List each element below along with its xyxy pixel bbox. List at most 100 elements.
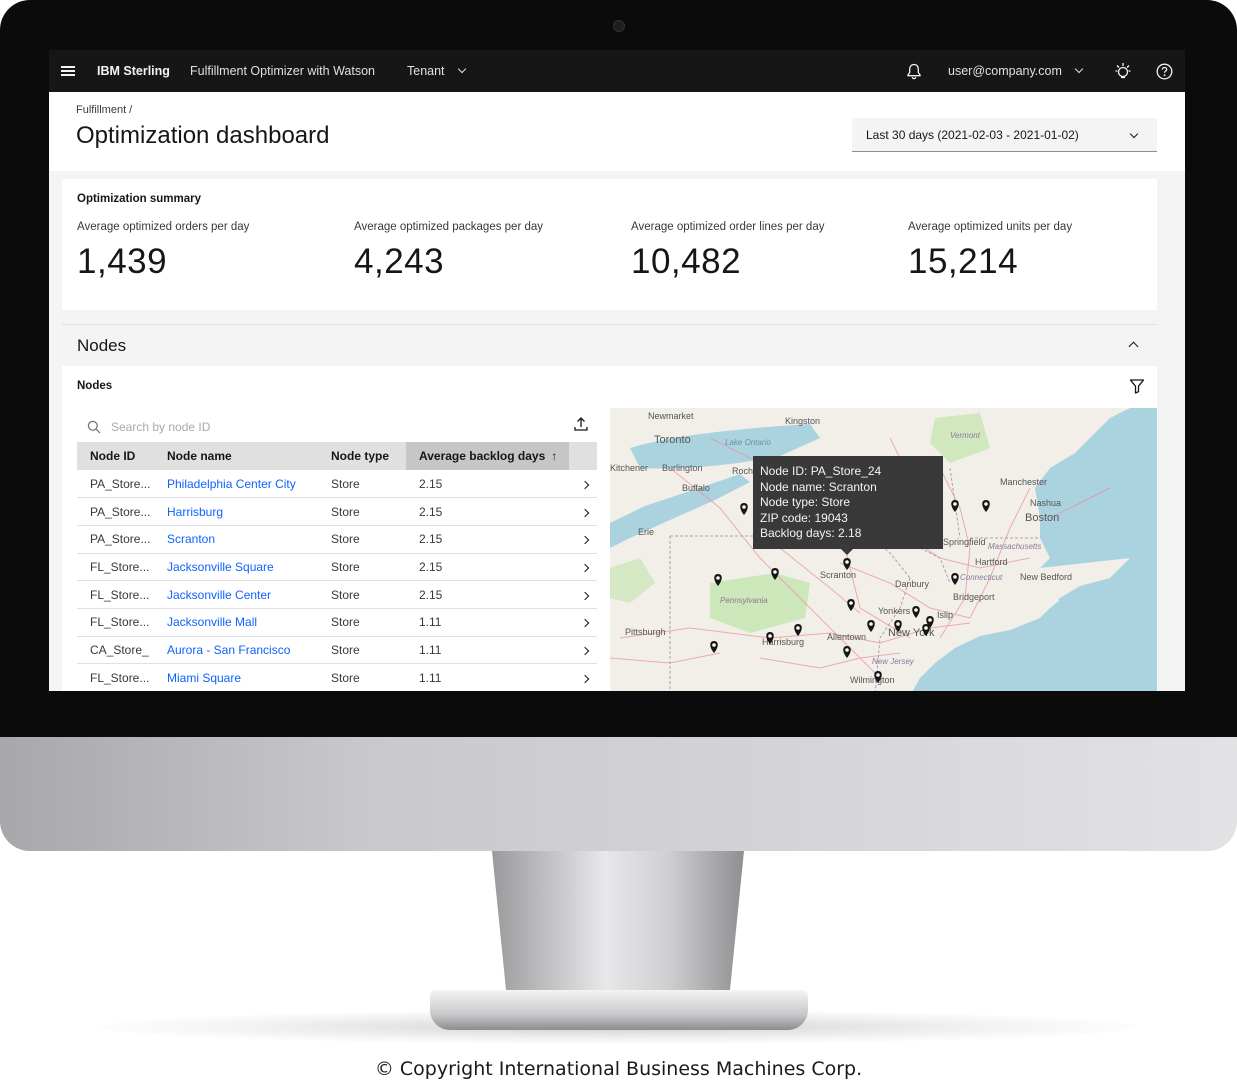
chevron-right-icon [580, 480, 590, 489]
map-label: Manchester [1000, 477, 1047, 487]
brand-name[interactable]: IBM Sterling [97, 50, 170, 92]
nodes-map[interactable]: Newmarket Kingston Toronto Lake Ontario … [610, 408, 1157, 691]
table-row[interactable]: FL_Store... Miami Square Store 1.11 [77, 663, 597, 691]
map-label: New Jersey [872, 657, 915, 666]
monitor-stand-neck [492, 851, 744, 1001]
nodes-accordion-title: Nodes [77, 336, 127, 355]
table-row[interactable]: FL_Store... Jacksonville Square Store 2.15 [77, 553, 597, 582]
row-expand-button[interactable] [569, 497, 597, 526]
summary-title: Optimization summary [77, 193, 201, 205]
map-pin-dot [924, 626, 928, 630]
cell-backlog-days: 2.15 [406, 553, 569, 582]
table-row[interactable]: CA_Store_ Aurora - San Francisco Store 1.11 [77, 636, 597, 665]
map-tooltip: Node ID: PA_Store_24 Node name: Scranton… [753, 456, 943, 555]
map-label: Wilmington [850, 675, 895, 685]
chevron-right-icon [580, 674, 590, 683]
table-header-row: Node ID Node name Node type Average back… [77, 442, 597, 470]
column-header-node-id[interactable]: Node ID [77, 442, 154, 470]
map-pin-dot [914, 608, 918, 612]
row-expand-button[interactable] [569, 663, 597, 691]
tooltip-zip-code: ZIP code: 19043 [760, 510, 848, 525]
node-name-link[interactable]: Harrisburg [154, 497, 318, 526]
node-name-link[interactable]: Philadelphia Center City [154, 470, 318, 499]
map-label: Scranton [820, 570, 856, 580]
cell-node-id: PA_Store... [77, 470, 154, 499]
cell-node-type: Store [318, 608, 406, 637]
help-icon[interactable] [1154, 50, 1174, 92]
row-expand-button[interactable] [569, 553, 597, 582]
cell-node-id: FL_Store... [77, 608, 154, 637]
page-header: Fulfillment / Optimization dashboard Las… [49, 92, 1185, 171]
row-expand-button[interactable] [569, 470, 597, 499]
metric-label: Average optimized order lines per day [631, 221, 825, 233]
node-name-link[interactable]: Miami Square [154, 663, 318, 691]
search-bar[interactable]: Search by node ID [77, 412, 597, 442]
camera-icon [613, 20, 625, 32]
tenant-dropdown[interactable]: Tenant [407, 50, 466, 92]
nodes-accordion-header[interactable]: Nodes [62, 324, 1157, 366]
node-name-link[interactable]: Scranton [154, 525, 318, 554]
tooltip-backlog-days: Backlog days: 2.18 [760, 526, 862, 540]
copyright-text: © Copyright International Business Machi… [374, 1058, 863, 1080]
metric-packages: Average optimized packages per day 4,243 [354, 221, 614, 282]
cell-backlog-days: 1.11 [406, 636, 569, 665]
cell-backlog-days: 1.11 [406, 608, 569, 637]
cell-node-type: Store [318, 636, 406, 665]
map-pin-dot [712, 643, 716, 647]
row-expand-button[interactable] [569, 525, 597, 554]
metric-label: Average optimized packages per day [354, 221, 544, 233]
export-icon[interactable] [573, 416, 589, 432]
map-pin-dot [849, 601, 853, 605]
table-row[interactable]: FL_Store... Jacksonville Mall Store 1.11 [77, 608, 597, 637]
metric-order-lines: Average optimized order lines per day 10… [631, 221, 891, 282]
tooltip-node-id: Node ID: PA_Store_24 [760, 464, 882, 478]
chevron-up-icon[interactable] [1128, 341, 1139, 352]
cell-backlog-days: 1.11 [406, 663, 569, 691]
menu-icon[interactable] [61, 50, 77, 92]
row-expand-button[interactable] [569, 580, 597, 609]
date-range-dropdown[interactable]: Last 30 days (2021-02-03 - 2021-01-02) [852, 118, 1157, 152]
filter-icon[interactable] [1129, 378, 1145, 394]
map-label: Bridgeport [953, 592, 995, 602]
column-header-node-type[interactable]: Node type [318, 442, 406, 470]
cell-node-id: FL_Store... [77, 580, 154, 609]
column-header-backlog-days[interactable]: Average backlog days ↑ [406, 442, 569, 470]
map-label: Yonkers [878, 606, 911, 616]
page-title: Optimization dashboard [76, 122, 330, 149]
node-name-link[interactable]: Jacksonville Mall [154, 608, 318, 637]
monitor-stand-foot [430, 990, 808, 1030]
column-header-node-name[interactable]: Node name [154, 442, 318, 470]
chevron-right-icon [580, 563, 590, 573]
table-row[interactable]: PA_Store... Scranton Store 2.15 [77, 525, 597, 554]
map-pin-dot [768, 634, 772, 638]
map-label: Toronto [654, 434, 691, 446]
sort-ascending-icon: ↑ [551, 449, 558, 463]
map-label: Kingston [785, 416, 820, 426]
table-row[interactable]: PA_Store... Philadelphia Center City Store… [77, 470, 597, 499]
row-expand-button[interactable] [569, 608, 597, 637]
breadcrumb[interactable]: Fulfillment / [76, 104, 132, 116]
metric-value: 10,482 [631, 242, 742, 281]
date-range-value: Last 30 days (2021-02-03 - 2021-01-02) [866, 127, 1079, 142]
watson-assistant-icon[interactable] [1113, 50, 1133, 92]
row-expand-button[interactable] [569, 636, 597, 665]
node-name-link[interactable]: Aurora - San Francisco [154, 636, 318, 665]
map-pin-dot [716, 576, 720, 580]
search-input[interactable]: Search by node ID [111, 420, 210, 434]
metric-units: Average optimized units per day 15,214 [908, 221, 1168, 282]
map-label: Newmarket [648, 411, 694, 421]
user-menu[interactable]: user@company.com [948, 50, 1084, 92]
map-label: Boston [1025, 512, 1059, 524]
cell-backlog-days: 2.15 [406, 470, 569, 499]
map-pin-dot [953, 502, 957, 506]
notification-bell-icon[interactable] [904, 50, 924, 92]
node-name-link[interactable]: Jacksonville Center [154, 580, 318, 609]
node-name-link[interactable]: Jacksonville Square [154, 553, 318, 582]
table-row[interactable]: PA_Store... Harrisburg Store 2.15 [77, 497, 597, 526]
optimization-summary-tile: Optimization summary Average optimized o… [62, 179, 1157, 310]
table-row[interactable]: FL_Store... Jacksonville Center Store 2.15 [77, 580, 597, 609]
map-pin-dot [742, 505, 746, 509]
cell-backlog-days: 2.15 [406, 497, 569, 526]
chevron-right-icon [580, 508, 590, 517]
map-pin-dot [876, 673, 880, 677]
